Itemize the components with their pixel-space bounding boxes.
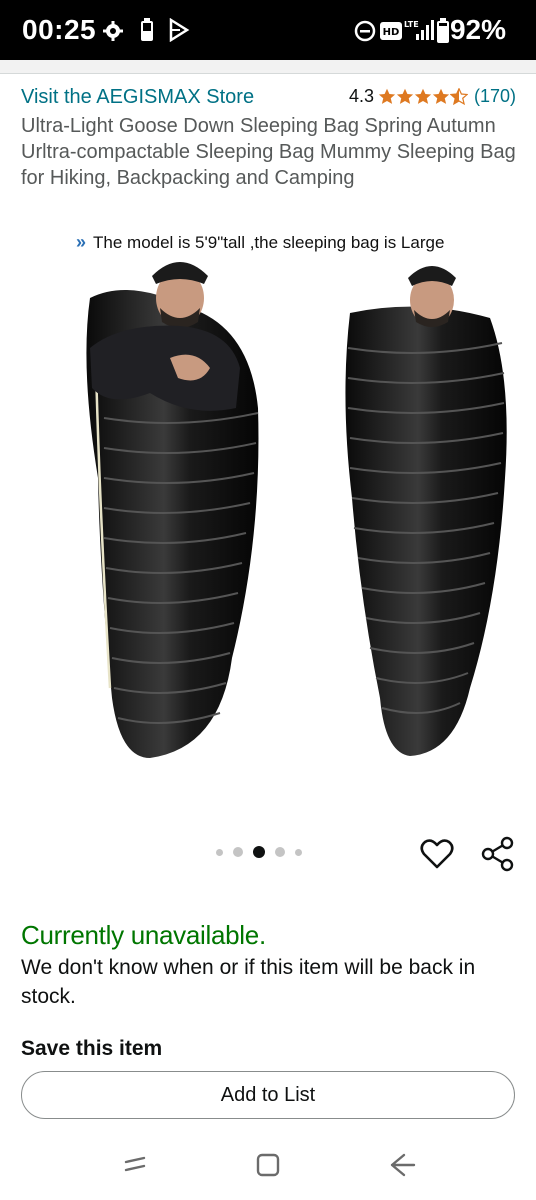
svg-text:HD: HD bbox=[383, 27, 400, 38]
hd-icon: HD bbox=[380, 22, 402, 40]
save-item-heading: Save this item bbox=[21, 1037, 163, 1060]
heart-icon[interactable] bbox=[420, 838, 454, 870]
play-icon bbox=[169, 18, 190, 42]
recent-apps-icon[interactable] bbox=[120, 1150, 150, 1180]
carousel-indicator[interactable] bbox=[216, 846, 312, 858]
clock: 00:25 bbox=[22, 14, 97, 45]
status-bar: 00:25 HD LTE 92% bbox=[0, 0, 536, 60]
store-link[interactable]: Visit the AEGISMAX Store bbox=[21, 86, 254, 109]
carousel-dot-active[interactable] bbox=[253, 846, 265, 858]
carousel-dot[interactable] bbox=[295, 848, 302, 856]
double-chevron-right-icon: » bbox=[76, 232, 86, 252]
carousel-dot[interactable] bbox=[216, 848, 223, 856]
do-not-disturb-icon bbox=[354, 20, 376, 42]
carousel-dot[interactable] bbox=[275, 847, 285, 857]
add-to-list-button[interactable]: Add to List bbox=[21, 1071, 515, 1119]
share-icon[interactable] bbox=[481, 836, 515, 872]
rating-count: (170) bbox=[473, 86, 516, 106]
rating-score: 4.3 bbox=[348, 86, 374, 106]
availability-status: Currently unavailable. bbox=[21, 920, 266, 950]
back-icon[interactable] bbox=[386, 1150, 416, 1180]
image-caption: » The model is 5'9"tall ,the sleeping ba… bbox=[76, 232, 444, 253]
star-full-icon bbox=[396, 88, 414, 104]
product-image[interactable] bbox=[0, 218, 536, 778]
image-caption-text: The model is 5'9"tall ,the sleeping bag … bbox=[93, 232, 445, 252]
star-full-icon bbox=[414, 88, 432, 104]
home-icon[interactable] bbox=[253, 1150, 283, 1180]
star-half-icon bbox=[449, 87, 468, 105]
svg-text:LTE: LTE bbox=[404, 20, 419, 29]
lte-signal-icon: LTE bbox=[404, 20, 434, 40]
battery-percentage: 92% bbox=[449, 14, 506, 45]
header-divider bbox=[0, 60, 536, 74]
star-full-icon bbox=[378, 88, 396, 104]
product-title: Ultra-Light Goose Down Sleeping Bag Spri… bbox=[21, 115, 516, 189]
sleeping-bag-illustration bbox=[86, 262, 507, 758]
system-navigation-bar bbox=[0, 1130, 536, 1200]
availability-note: We don't know when or if this item will … bbox=[21, 956, 476, 1008]
rating-stars bbox=[378, 87, 468, 106]
star-full-icon bbox=[432, 88, 450, 104]
battery-icon bbox=[437, 18, 449, 43]
rating[interactable]: 4.3 (170) bbox=[349, 86, 516, 107]
battery-saver-icon bbox=[141, 18, 153, 41]
carousel-dot[interactable] bbox=[233, 847, 243, 857]
gear-icon bbox=[103, 21, 123, 41]
